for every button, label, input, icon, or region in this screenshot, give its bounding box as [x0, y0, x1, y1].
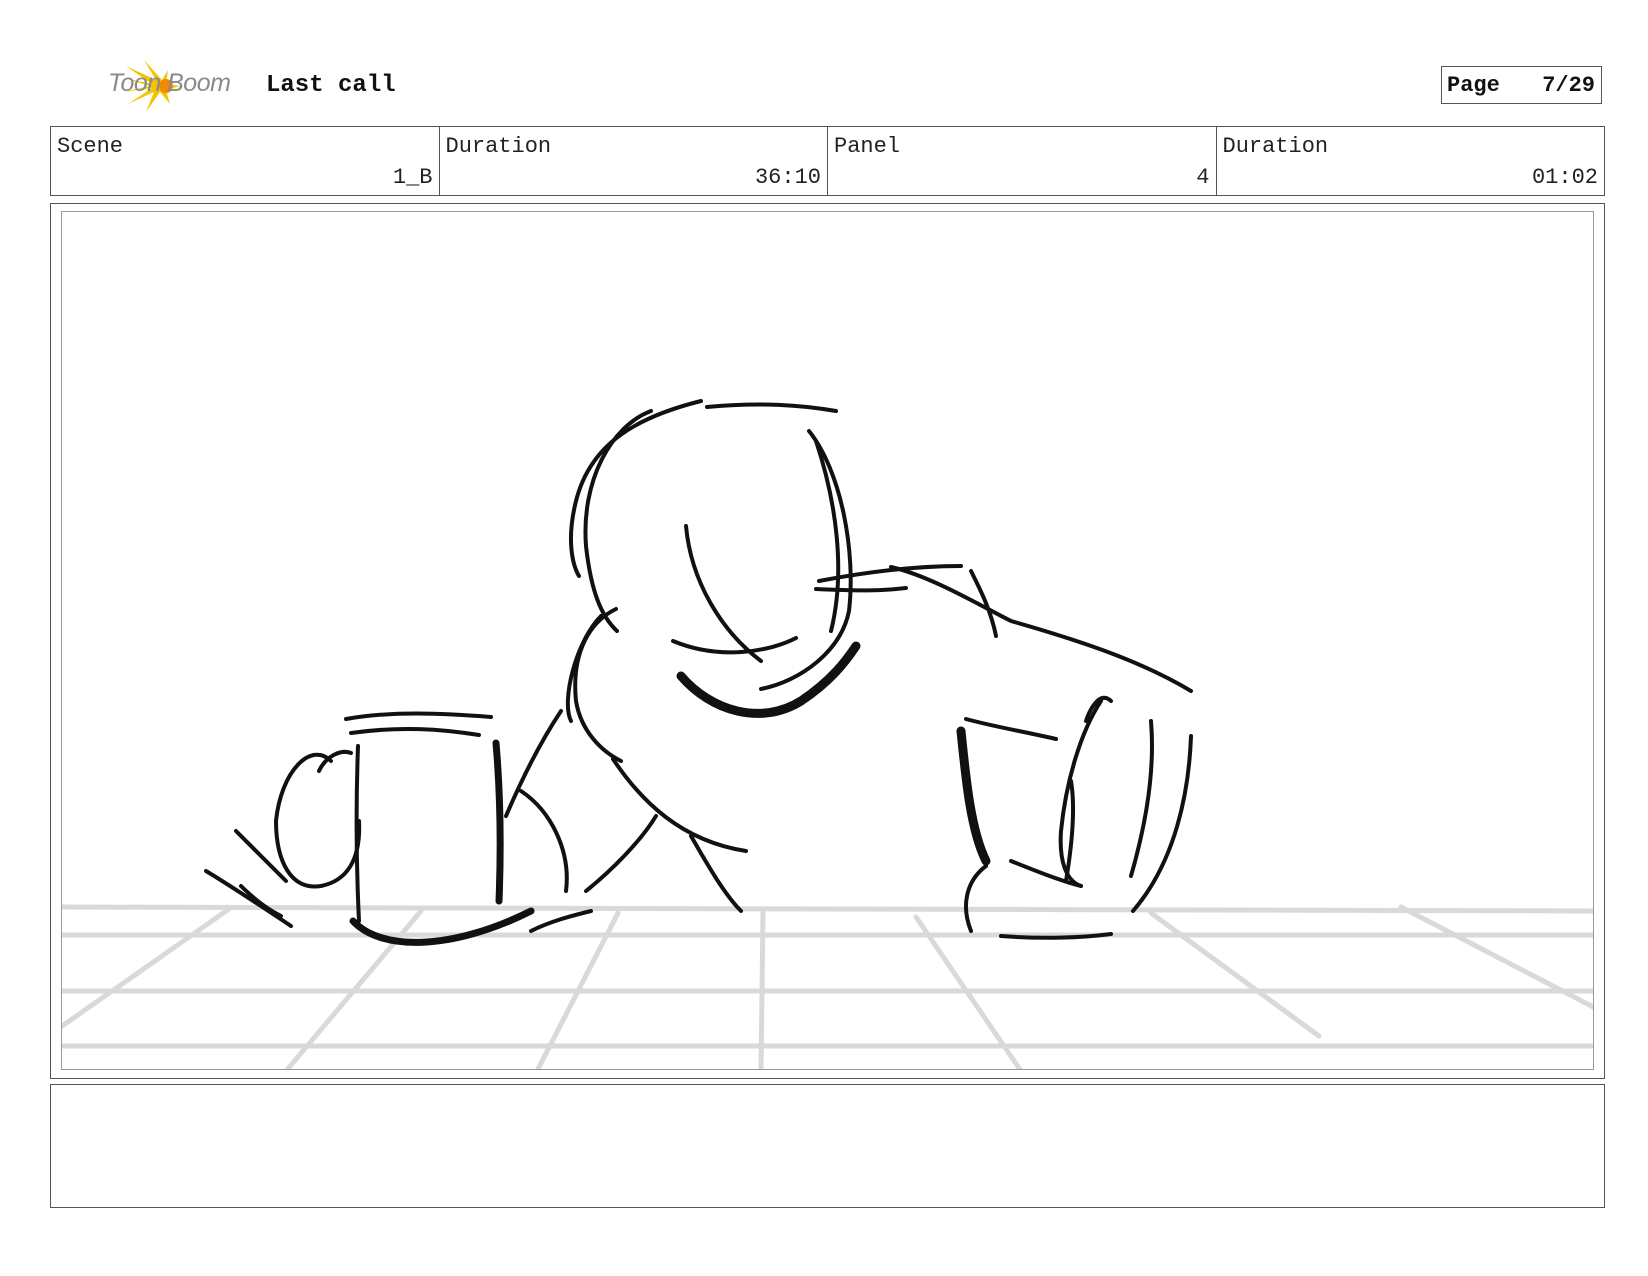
- notes-area[interactable]: [50, 1084, 1605, 1208]
- scene-duration-cell: Duration 36:10: [440, 127, 828, 195]
- page-indicator: Page 7/29: [1441, 66, 1602, 104]
- panel-duration-cell: Duration 01:02: [1217, 127, 1605, 195]
- panel-cell: Panel 4: [828, 127, 1217, 195]
- scene-duration-label: Duration: [445, 134, 552, 159]
- scene-label: Scene: [57, 134, 124, 159]
- project-title: Last call: [266, 72, 396, 99]
- panel-label: Panel: [834, 134, 901, 159]
- panel-sketch: [62, 399, 1593, 1069]
- panel-value: 4: [1196, 165, 1210, 190]
- storyboard-panel[interactable]: [61, 211, 1594, 1070]
- panel-duration-label: Duration: [1222, 134, 1329, 159]
- character-sketch: [204, 399, 1193, 946]
- scene-duration-value: 36:10: [754, 165, 821, 190]
- floor-grid: [62, 904, 1593, 1069]
- panel-duration-value: 01:02: [1531, 165, 1598, 190]
- brand-name: Toon Boom: [108, 69, 231, 97]
- scene-info-table: Scene 1_B Duration 36:10 Panel 4 Duratio…: [50, 126, 1605, 196]
- scene-cell: Scene 1_B: [51, 127, 440, 195]
- page-label: Page: [1447, 73, 1500, 98]
- page-value: 7/29: [1542, 73, 1595, 98]
- scene-value: 1_B: [392, 165, 433, 190]
